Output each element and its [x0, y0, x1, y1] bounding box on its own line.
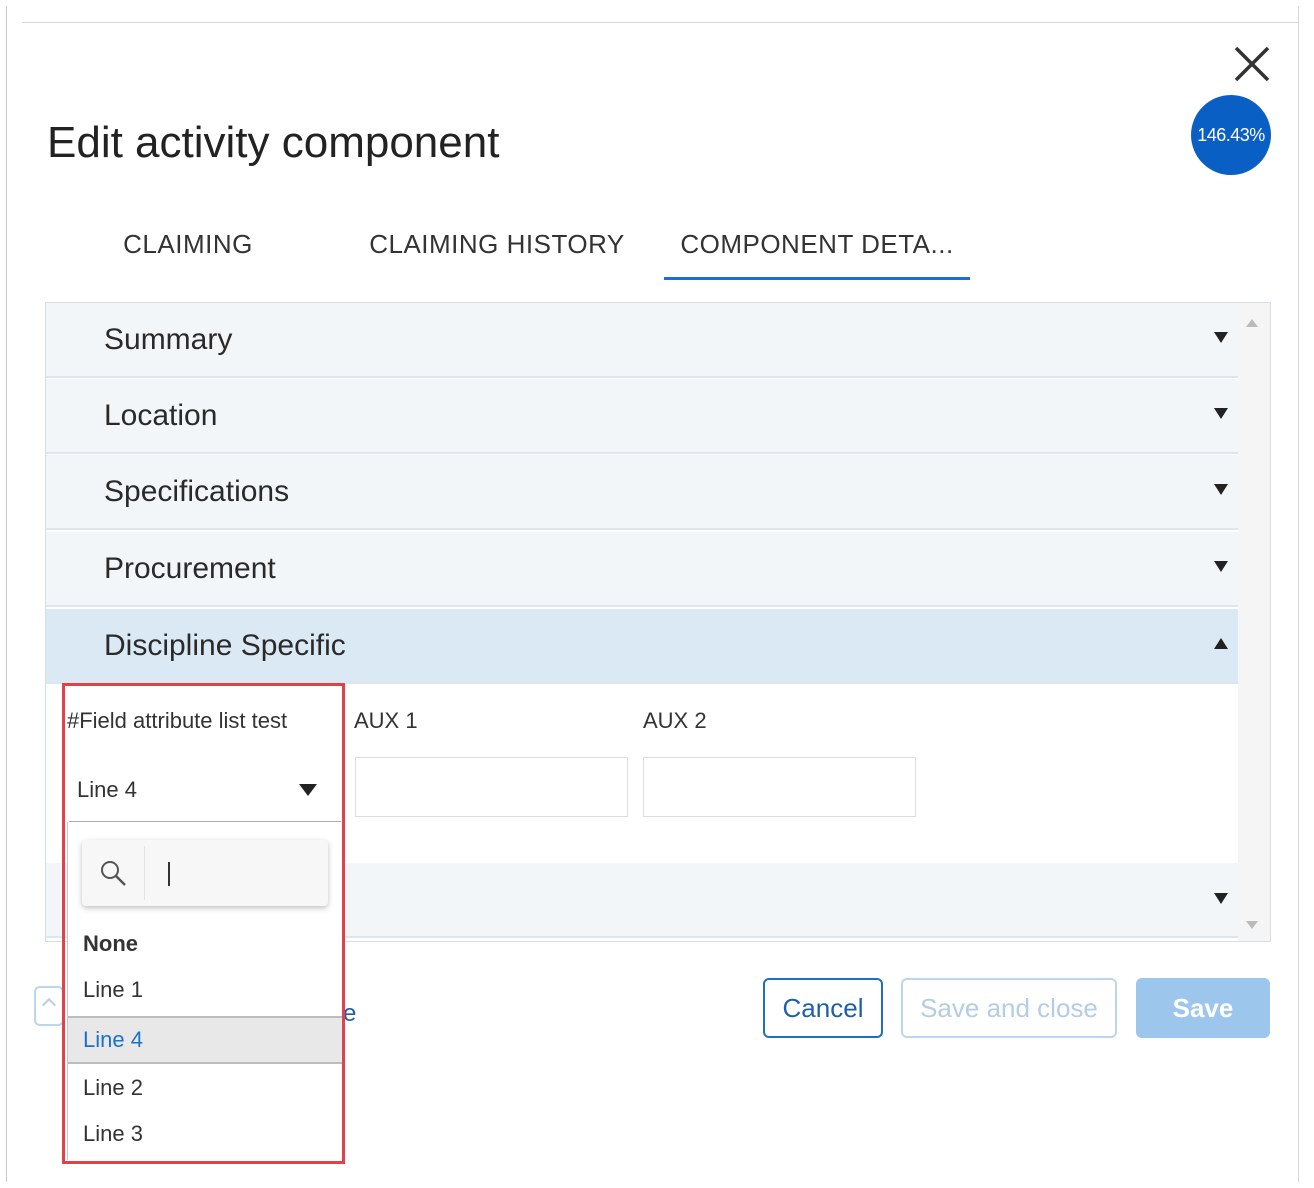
chevron-down-icon [1214, 893, 1228, 904]
cancel-button[interactable]: Cancel [763, 978, 883, 1038]
field-attribute-dropdown: None Line 1 Line 4 Line 2 Line 3 [67, 822, 343, 1160]
chevron-down-icon [1214, 408, 1228, 419]
dropdown-option-none[interactable]: None [68, 920, 342, 968]
section-location[interactable]: Location [46, 379, 1238, 454]
field-attribute-label: #Field attribute list test [67, 708, 288, 733]
scroll-up-icon[interactable] [1246, 319, 1258, 327]
dialog-frame-right-edge [1298, 6, 1299, 1182]
save-and-close-button[interactable]: Save and close [901, 978, 1117, 1038]
progress-badge: 146.43% [1191, 95, 1271, 175]
dropdown-option-line-3[interactable]: Line 3 [68, 1110, 342, 1158]
section-procurement-label: Procurement [104, 551, 276, 585]
dropdown-search [82, 840, 328, 906]
tab-claiming-history[interactable]: CLAIMING HISTORY [366, 208, 628, 280]
aux1-input[interactable] [355, 757, 628, 817]
dropdown-option-line-2[interactable]: Line 2 [68, 1064, 342, 1112]
dropdown-search-input[interactable] [154, 852, 314, 894]
tab-claiming[interactable]: CLAIMING [66, 208, 310, 280]
search-separator [144, 846, 145, 900]
aux2-label: AUX 2 [643, 708, 707, 733]
field-attribute-selected-value: Line 4 [77, 777, 137, 802]
dialog-frame-left-edge [6, 6, 7, 1182]
chevron-down-icon [1214, 561, 1228, 572]
tab-component-details[interactable]: COMPONENT DETA... [664, 208, 970, 280]
section-discipline-specific-label: Discipline Specific [104, 628, 346, 662]
close-button[interactable] [1226, 40, 1276, 90]
chevron-down-icon [1214, 332, 1228, 343]
aux2-input[interactable] [643, 757, 916, 817]
caret-down-icon [299, 784, 317, 796]
field-attribute-select[interactable]: Line 4 [69, 758, 341, 822]
chevron-up-icon [41, 997, 57, 1013]
dialog-title: Edit activity component [47, 118, 500, 167]
save-button[interactable]: Save [1136, 978, 1270, 1038]
scroll-down-icon[interactable] [1246, 921, 1258, 929]
section-procurement[interactable]: Procurement [46, 532, 1238, 607]
search-icon [101, 861, 126, 886]
dropdown-option-line-1[interactable]: Line 1 [68, 966, 342, 1014]
close-icon [1234, 46, 1270, 82]
section-summary[interactable]: Summary [46, 303, 1238, 378]
section-discipline-specific[interactable]: Discipline Specific [46, 609, 1238, 684]
partial-link[interactable]: e [343, 1000, 356, 1028]
panel-scrollbar[interactable] [1238, 303, 1270, 941]
section-specifications-label: Specifications [104, 474, 290, 508]
collapse-toggle-button[interactable] [34, 986, 64, 1026]
tab-bar: CLAIMING CLAIMING HISTORY COMPONENT DETA… [66, 208, 986, 280]
dropdown-option-line-4[interactable]: Line 4 [68, 1016, 342, 1064]
section-summary-label: Summary [104, 322, 233, 356]
chevron-down-icon [1214, 484, 1228, 495]
section-specifications[interactable]: Specifications [46, 455, 1238, 530]
text-cursor [168, 862, 170, 886]
dialog-frame-top-edge [22, 22, 1298, 23]
section-location-label: Location [104, 398, 218, 432]
aux1-label: AUX 1 [354, 708, 418, 733]
chevron-up-icon [1214, 638, 1228, 649]
